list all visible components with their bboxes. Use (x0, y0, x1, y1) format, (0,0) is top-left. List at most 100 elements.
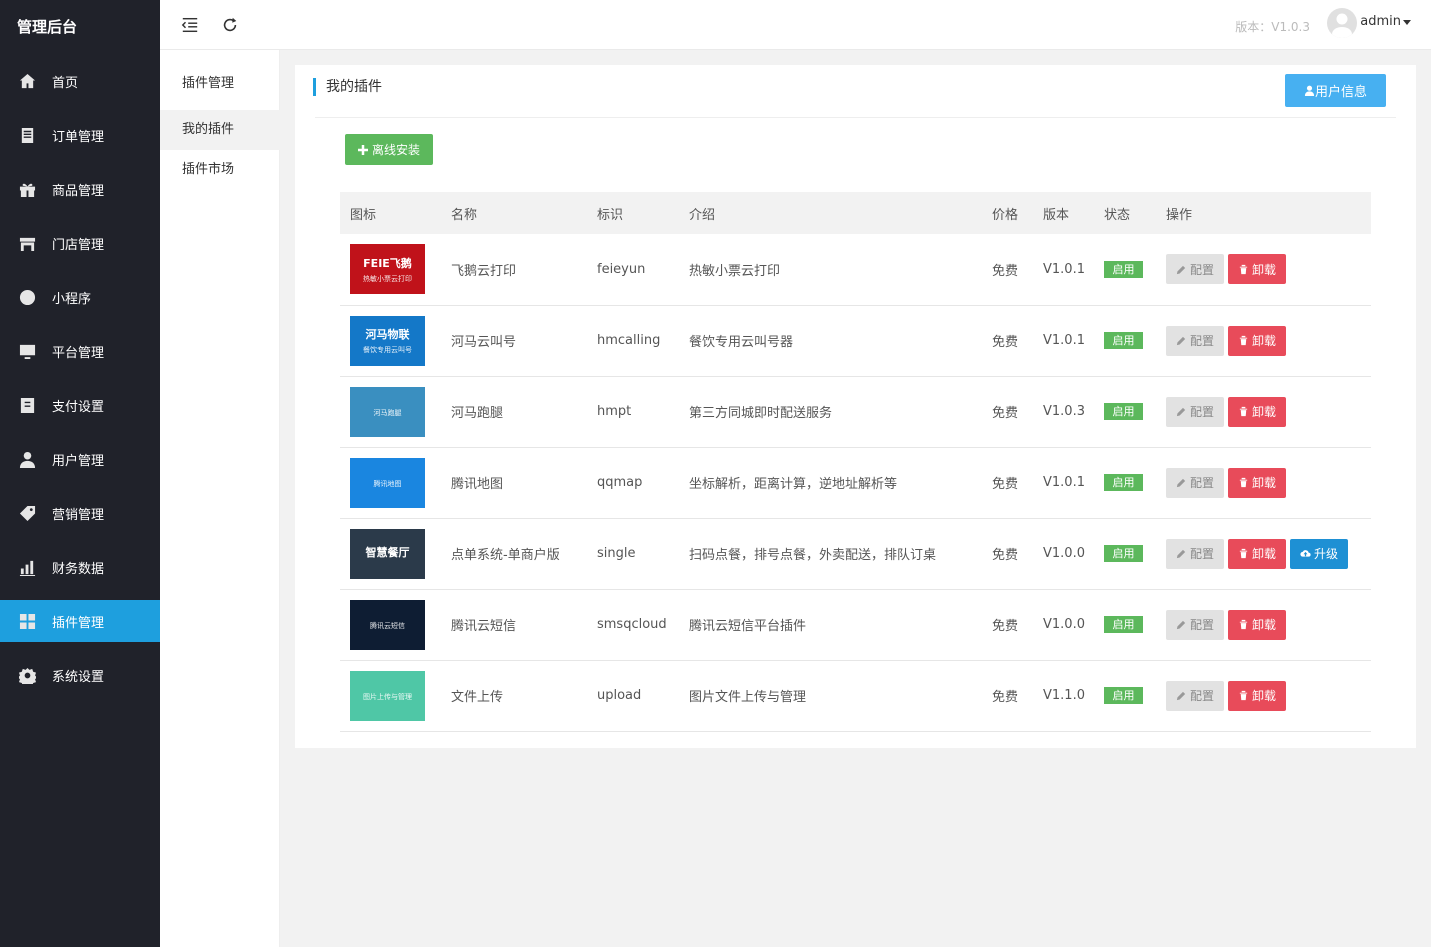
thumb-subtitle: 热敏小票云打印 (363, 274, 412, 283)
plugin-id: single (587, 518, 679, 590)
plugin-price: 免费 (982, 234, 1033, 306)
plugin-id: hmpt (587, 376, 679, 448)
col-status: 状态 (1094, 192, 1156, 234)
plugin-thumb-cell: 腾讯云短信 (340, 589, 441, 661)
pencil-icon (1176, 407, 1186, 417)
config-label: 配置 (1190, 476, 1215, 490)
plugin-desc: 扫码点餐，排号点餐，外卖配送，排队订桌 (679, 518, 982, 590)
order-icon (18, 126, 36, 144)
trash-icon (1239, 406, 1248, 417)
plugin-version: V1.0.0 (1033, 518, 1094, 590)
sidebar-item-9[interactable]: 财务数据 (0, 546, 160, 588)
sidebar-item-5[interactable]: 平台管理 (0, 330, 160, 372)
config-button[interactable]: 配置 (1166, 325, 1225, 356)
status-badge: 启用 (1104, 403, 1143, 420)
user-menu[interactable]: admin (1360, 14, 1401, 29)
col-icon: 图标 (340, 192, 441, 234)
trash-icon (1239, 335, 1248, 346)
sidebar-item-7[interactable]: 用户管理 (0, 438, 160, 480)
uninstall-label: 卸载 (1252, 405, 1277, 419)
col-id: 标识 (587, 192, 679, 234)
plugin-thumbnail: 智慧餐厅 (350, 528, 425, 579)
trash-icon (1239, 619, 1248, 630)
plugin-thumbnail: 腾讯地图 (350, 457, 425, 508)
uninstall-button[interactable]: 卸载 (1228, 467, 1287, 498)
plugin-name: 腾讯地图 (441, 447, 587, 519)
plugin-version: V1.1.0 (1033, 660, 1094, 732)
plugin-version: V1.0.0 (1033, 589, 1094, 661)
table-row: 图片上传与管理 文件上传 upload 图片文件上传与管理 免费 V1.1.0 启用 配置 卸载 (340, 660, 1371, 732)
status-badge: 启用 (1104, 474, 1143, 491)
config-button[interactable]: 配置 (1166, 254, 1225, 285)
plugin-actions: 配置 卸载 (1156, 589, 1371, 661)
config-button[interactable]: 配置 (1166, 396, 1225, 427)
submenu-item-my-plugins[interactable]: 我的插件 (160, 110, 280, 150)
plugin-thumbnail: 河马跑腿 (350, 386, 425, 437)
plugin-status-cell: 启用 (1094, 518, 1156, 590)
user-icon (18, 450, 36, 468)
plugin-actions: 配置 卸载 (1156, 305, 1371, 377)
sidebar-item-0[interactable]: 首页 (0, 60, 160, 102)
plugin-id: upload (587, 660, 679, 732)
plugin-desc: 坐标解析，距离计算，逆地址解析等 (679, 447, 982, 519)
plugin-status-cell: 启用 (1094, 589, 1156, 661)
sidebar-item-label: 平台管理 (52, 345, 105, 361)
sidebar-item-label: 首页 (52, 75, 79, 91)
sidebar: 管理后台 首页 订单管理 商品管理 门店管理 小程序 平台管理 支付设置 用户管理 营销管理 财务… (0, 0, 160, 947)
sidebar-item-label: 插件管理 (52, 615, 105, 631)
sidebar-item-10[interactable]: 插件管理 (0, 600, 160, 642)
config-button[interactable]: 配置 (1166, 609, 1225, 640)
trash-icon (1239, 477, 1248, 488)
table-row: 河马跑腿 河马跑腿 hmpt 第三方同城即时配送服务 免费 V1.0.3 启用 配置 卸载 (340, 376, 1371, 448)
refresh-icon[interactable] (220, 15, 240, 35)
plugin-version: V1.0.1 (1033, 447, 1094, 519)
config-button[interactable]: 配置 (1166, 680, 1225, 711)
submenu-item-plugin-market[interactable]: 插件市场 (160, 150, 280, 190)
thumb-title: FEIE飞鹅 (363, 256, 412, 270)
uninstall-button[interactable]: 卸载 (1228, 609, 1287, 640)
plugin-thumb-cell: 腾讯地图 (340, 447, 441, 519)
collapse-menu-icon[interactable] (180, 15, 200, 35)
sidebar-item-6[interactable]: 支付设置 (0, 384, 160, 426)
chevron-down-icon[interactable] (1403, 20, 1411, 25)
user-info-button[interactable]: 用户信息 (1285, 74, 1386, 107)
chart-icon (18, 558, 36, 576)
sidebar-item-4[interactable]: 小程序 (0, 276, 160, 318)
config-label: 配置 (1190, 262, 1215, 277)
sidebar-item-label: 用户管理 (52, 453, 105, 469)
plugin-status-cell: 启用 (1094, 376, 1156, 448)
config-button[interactable]: 配置 (1166, 538, 1225, 569)
plugin-id: feieyun (587, 234, 679, 306)
sidebar-item-2[interactable]: 商品管理 (0, 168, 160, 210)
pencil-icon (1176, 478, 1186, 488)
table-row: 腾讯地图 腾讯地图 qqmap 坐标解析，距离计算，逆地址解析等 免费 V1.0.1 启用配… (340, 447, 1371, 519)
plugin-price: 免费 (982, 660, 1033, 732)
sidebar-item-3[interactable]: 门店管理 (0, 222, 160, 264)
config-button[interactable]: 配置 (1166, 467, 1225, 498)
uninstall-label: 卸载 (1252, 618, 1277, 632)
uninstall-button[interactable]: 卸载 (1228, 680, 1287, 711)
plugin-name: 河马跑腿 (441, 376, 587, 448)
thumb-subtitle: 河马跑腿 (373, 409, 402, 417)
uninstall-button[interactable]: 卸载 (1228, 325, 1287, 356)
sidebar-item-label: 门店管理 (52, 237, 105, 253)
thumb-subtitle: 腾讯云短信 (370, 622, 405, 630)
uninstall-button[interactable]: 卸载 (1228, 254, 1287, 285)
sidebar-item-8[interactable]: 营销管理 (0, 492, 160, 534)
col-name: 名称 (441, 192, 587, 234)
sidebar-item-1[interactable]: 订单管理 (0, 114, 160, 156)
uninstall-button[interactable]: 卸载 (1228, 538, 1287, 569)
upgrade-label: 升级 (1314, 547, 1339, 561)
user-info-label: 用户信息 (1314, 85, 1367, 100)
avatar[interactable] (1327, 8, 1357, 38)
offline-install-button[interactable]: 离线安装 (345, 134, 433, 165)
sidebar-item-11[interactable]: 系统设置 (0, 654, 160, 696)
tag-icon (18, 504, 36, 522)
trash-icon (1239, 548, 1248, 559)
upgrade-button[interactable]: 升级 (1290, 538, 1349, 569)
table-header-row: 图标 名称 标识 介绍 价格 版本 状态 操作 (340, 192, 1371, 234)
plugin-actions: 配置 卸载 (1156, 447, 1371, 519)
uninstall-button[interactable]: 卸载 (1228, 396, 1287, 427)
config-label: 配置 (1190, 405, 1215, 419)
plugin-version: V1.0.1 (1033, 305, 1094, 377)
